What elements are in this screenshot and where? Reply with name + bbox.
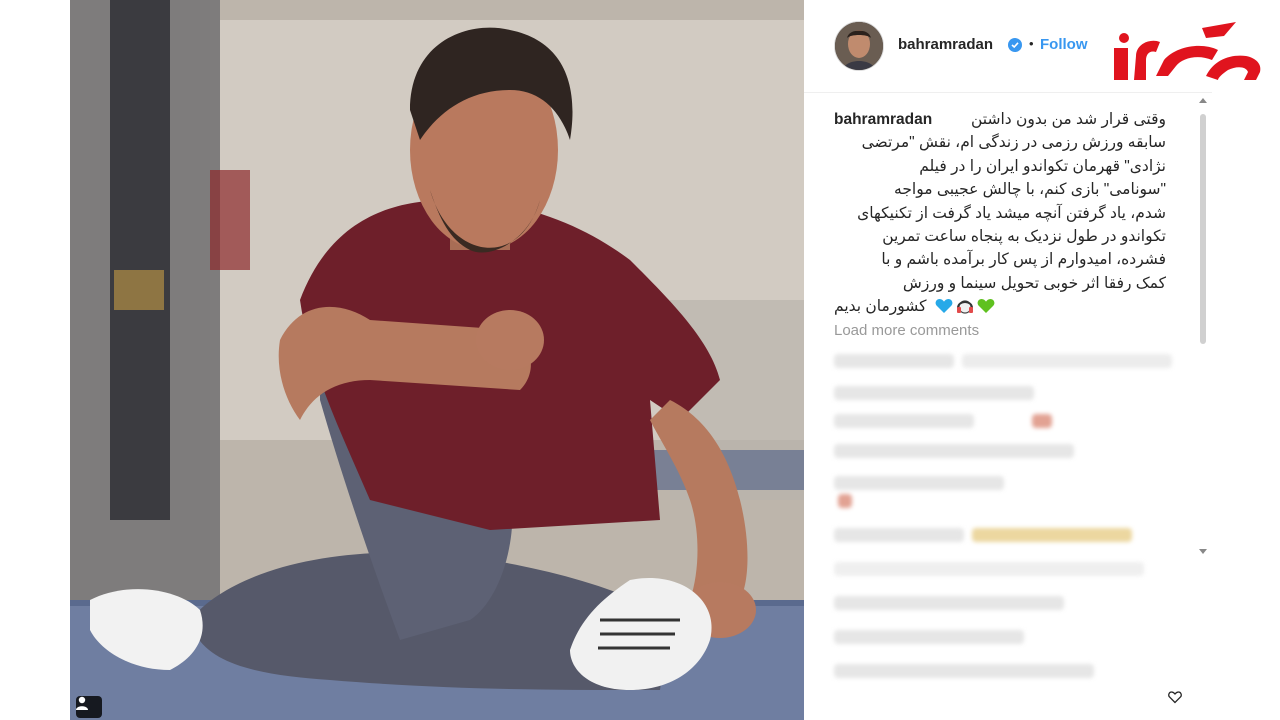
caption-emojis bbox=[935, 298, 995, 315]
comment-blurred bbox=[834, 386, 1034, 400]
comments-list bbox=[832, 344, 1172, 720]
caption-line: سابقه ورزش رزمی در زندگی ام، نقش "مرتضی bbox=[861, 134, 1166, 152]
comment-blurred bbox=[834, 354, 954, 368]
scroll-thumb[interactable] bbox=[1200, 114, 1206, 344]
caption-line: "سونامی" بازی کنم، با چالش عجیبی مواجه bbox=[894, 181, 1166, 199]
left-gutter bbox=[0, 0, 70, 720]
caption-username[interactable]: bahramradan bbox=[834, 108, 932, 131]
caption-line: bahramradan وقتی قرار شد من بدون داشتن bbox=[834, 108, 1166, 131]
green-heart-icon bbox=[977, 299, 994, 314]
blue-heart-icon bbox=[935, 299, 952, 314]
headphones-icon bbox=[956, 300, 973, 315]
follow-button[interactable]: Follow bbox=[1040, 36, 1088, 53]
heart-icon[interactable] bbox=[1168, 690, 1182, 709]
separator-dot: • bbox=[1029, 36, 1034, 51]
caption-line: کمک رفقا اثر خوبی تحویل سینما و ورزش bbox=[902, 274, 1166, 292]
comment-blurred bbox=[834, 476, 1004, 490]
comment-blurred bbox=[834, 596, 1064, 610]
post-caption: bahramradan وقتی قرار شد من بدون داشتن س… bbox=[834, 108, 1166, 319]
avatar[interactable] bbox=[834, 21, 884, 71]
comment-blurred bbox=[1032, 414, 1052, 428]
caption-line: فشرده، امیدوارم از پس کار برآمده باشم و … bbox=[881, 251, 1166, 269]
user-tag-icon[interactable] bbox=[76, 696, 102, 718]
caption-line: نژادی" قهرمان تکواندو ایران را در فیلم bbox=[919, 157, 1166, 175]
post-photo[interactable] bbox=[70, 0, 804, 720]
comment-blurred bbox=[834, 528, 964, 542]
rokna-logo bbox=[1106, 20, 1264, 86]
scroll-down-arrow[interactable] bbox=[1199, 549, 1207, 554]
load-more-comments[interactable]: Load more comments bbox=[834, 322, 979, 339]
header-username[interactable]: bahramradan bbox=[898, 36, 993, 53]
post-side-panel: bahramradan • Follow bahramradan وقتی قر… bbox=[804, 0, 1224, 720]
caption-text: کشورمان بدیم bbox=[834, 298, 927, 316]
verified-badge-icon bbox=[1008, 38, 1022, 52]
comment-blurred bbox=[834, 562, 1144, 576]
comment-blurred bbox=[962, 354, 1172, 368]
caption-text: وقتی قرار شد من بدون داشتن bbox=[971, 111, 1166, 128]
comment-blurred bbox=[834, 664, 1094, 678]
caption-line: تکواندو در طول نزدیک به پنجاه ساعت تمرین bbox=[882, 228, 1166, 246]
comment-blurred bbox=[838, 494, 852, 508]
caption-line: شدم، یاد گرفتن آنچه میشد یاد گرفت از تکن… bbox=[857, 204, 1166, 222]
comment-blurred bbox=[834, 444, 1074, 458]
caption-line-last: کشورمان بدیم bbox=[834, 295, 1166, 318]
comment-blurred bbox=[972, 528, 1132, 542]
photo-illustration bbox=[70, 0, 804, 720]
scroll-up-arrow[interactable] bbox=[1199, 98, 1207, 103]
comment-blurred bbox=[834, 414, 974, 428]
caption-scrollbar[interactable] bbox=[1196, 96, 1210, 560]
comment-blurred bbox=[834, 630, 1024, 644]
